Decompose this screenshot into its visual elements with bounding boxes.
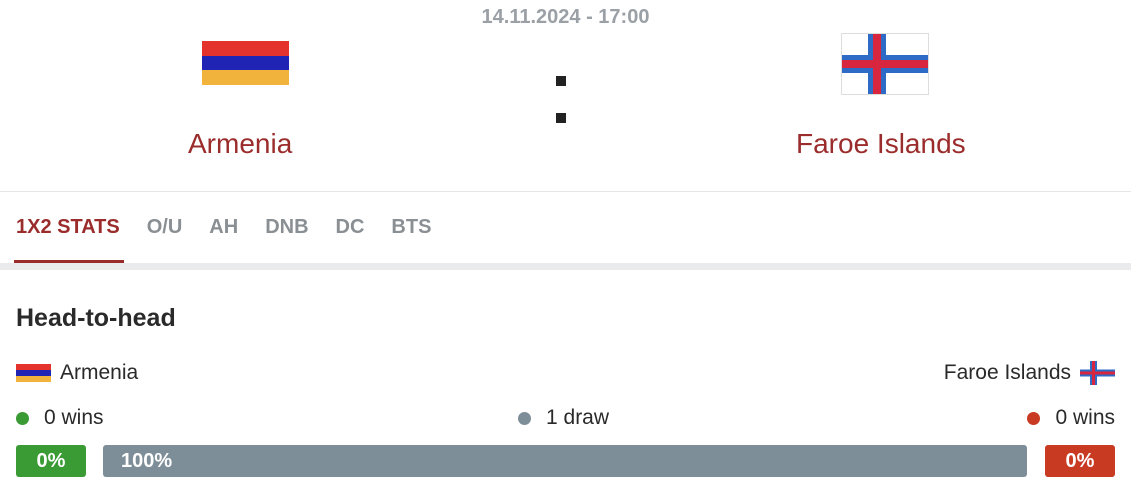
- away-wins-percentage-bar: 0%: [1045, 445, 1115, 477]
- away-wins-label: 0 wins: [1055, 406, 1115, 429]
- head-to-head-title: Head-to-head: [16, 304, 176, 332]
- score-separator: [556, 76, 567, 150]
- tab-over-under[interactable]: O/U: [147, 216, 183, 263]
- match-datetime: 14.11.2024 - 17:00: [481, 6, 650, 28]
- away-wins-stat: 0 wins: [1027, 406, 1115, 430]
- armenia-flag-icon: [16, 364, 51, 382]
- stats-tabs: 1X2 STATS O/U AH DNB DC BTS: [14, 216, 458, 263]
- h2h-home-team-label: Armenia: [60, 361, 139, 384]
- section-separator: [0, 263, 1131, 270]
- tab-draw-no-bet[interactable]: DNB: [265, 216, 308, 263]
- away-wins-dot-icon: [1027, 411, 1041, 425]
- header-divider: [0, 191, 1131, 192]
- tab-asian-handicap[interactable]: AH: [209, 216, 238, 263]
- draws-stat: 1 draw: [518, 406, 609, 430]
- h2h-away-team: Faroe Islands: [944, 361, 1115, 385]
- draws-label: 1 draw: [546, 406, 610, 429]
- home-wins-stat: 0 wins: [16, 406, 104, 430]
- h2h-home-team: Armenia: [16, 361, 138, 385]
- tab-double-chance[interactable]: DC: [336, 216, 365, 263]
- home-wins-label: 0 wins: [44, 406, 104, 429]
- tab-1x2-stats[interactable]: 1X2 STATS: [14, 216, 124, 263]
- draws-percentage-bar: 100%: [103, 445, 1027, 477]
- h2h-away-team-label: Faroe Islands: [943, 361, 1071, 384]
- tab-both-teams-score[interactable]: BTS: [391, 216, 431, 263]
- home-team-name[interactable]: Armenia: [188, 128, 292, 160]
- faroe-islands-flag-icon: [841, 33, 929, 95]
- home-wins-dot-icon: [16, 411, 29, 425]
- away-team-name[interactable]: Faroe Islands: [796, 128, 966, 160]
- faroe-islands-flag-icon: [1080, 361, 1115, 385]
- armenia-flag-icon: [202, 41, 289, 86]
- home-wins-percentage-bar: 0%: [16, 445, 86, 477]
- draws-dot-icon: [518, 411, 531, 425]
